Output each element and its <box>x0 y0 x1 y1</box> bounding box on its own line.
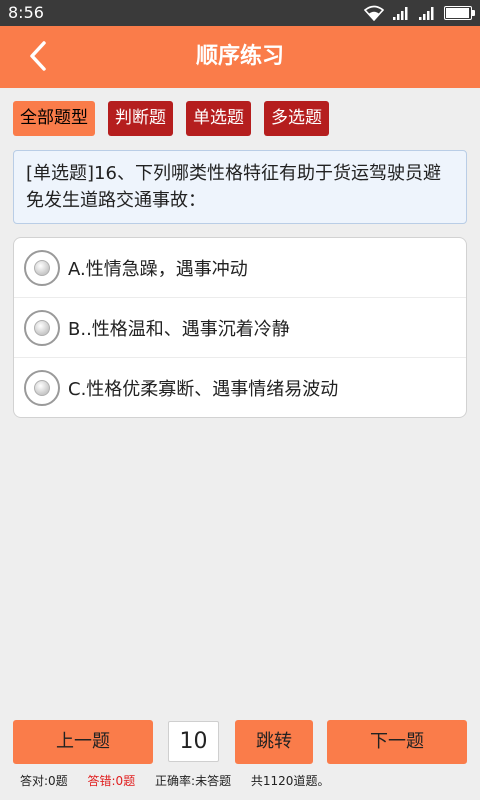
battery-icon <box>444 6 475 20</box>
signal-icon-2 <box>419 7 434 20</box>
radio-button[interactable] <box>24 309 60 346</box>
stats-row: 答对:0题 答错:0题 正确率:未答题 共1120道题。 <box>20 772 345 789</box>
chevron-left-icon <box>30 41 46 71</box>
correct-count: 答对:0题 <box>20 774 68 788</box>
option-label: A.性情急躁，遇事冲动 <box>68 258 248 280</box>
question-text: [单选题]16、下列哪类性格特征有助于货运驾驶员避免发生道路交通事故： <box>13 150 467 224</box>
total-questions: 共1120道题。 <box>250 774 330 788</box>
previous-question-button[interactable]: 上一题 <box>13 720 153 764</box>
page-title: 顺序练习 <box>195 44 284 69</box>
radio-button[interactable] <box>24 249 60 286</box>
bottom-bar: 上一题 跳转 下一题 答对:0题 答错:0题 正确率:未答题 共1120道题。 <box>0 712 480 800</box>
radio-button[interactable] <box>24 370 60 406</box>
filter-single-choice[interactable]: 单选题 <box>186 101 251 136</box>
signal-icon-1 <box>393 7 408 20</box>
filter-all-types[interactable]: 全部题型 <box>13 101 95 136</box>
jump-button[interactable]: 跳转 <box>235 720 313 764</box>
back-button[interactable] <box>18 36 58 76</box>
accuracy-rate: 正确率:未答题 <box>155 774 232 788</box>
status-bar: 8:56 <box>0 0 480 26</box>
filter-multiple-choice[interactable]: 多选题 <box>264 101 329 136</box>
question-type-filters: 全部题型 判断题 单选题 多选题 <box>13 101 342 136</box>
page-number-input[interactable] <box>168 721 219 762</box>
wrong-count: 答错:0题 <box>87 774 136 788</box>
wifi-icon <box>364 5 384 21</box>
next-question-button[interactable]: 下一题 <box>327 720 467 764</box>
status-time: 8:56 <box>8 3 44 22</box>
option-c[interactable]: C.性格优柔寡断、遇事情绪易波动 <box>14 358 466 417</box>
battery-fill <box>446 8 469 18</box>
option-label: B..性格温和、遇事沉着冷静 <box>68 318 290 340</box>
radio-dot <box>34 380 50 396</box>
option-a[interactable]: A.性情急躁，遇事冲动 <box>14 238 466 298</box>
status-icons <box>364 5 475 21</box>
option-b[interactable]: B..性格温和、遇事沉着冷静 <box>14 298 466 358</box>
filter-true-false[interactable]: 判断题 <box>108 101 173 136</box>
radio-dot <box>34 259 50 276</box>
app-bar: 顺序练习 <box>0 26 480 88</box>
option-label: C.性格优柔寡断、遇事情绪易波动 <box>68 379 339 400</box>
options-list: A.性情急躁，遇事冲动 B..性格温和、遇事沉着冷静 C.性格优柔寡断、遇事情绪… <box>13 237 467 418</box>
radio-dot <box>34 319 50 336</box>
